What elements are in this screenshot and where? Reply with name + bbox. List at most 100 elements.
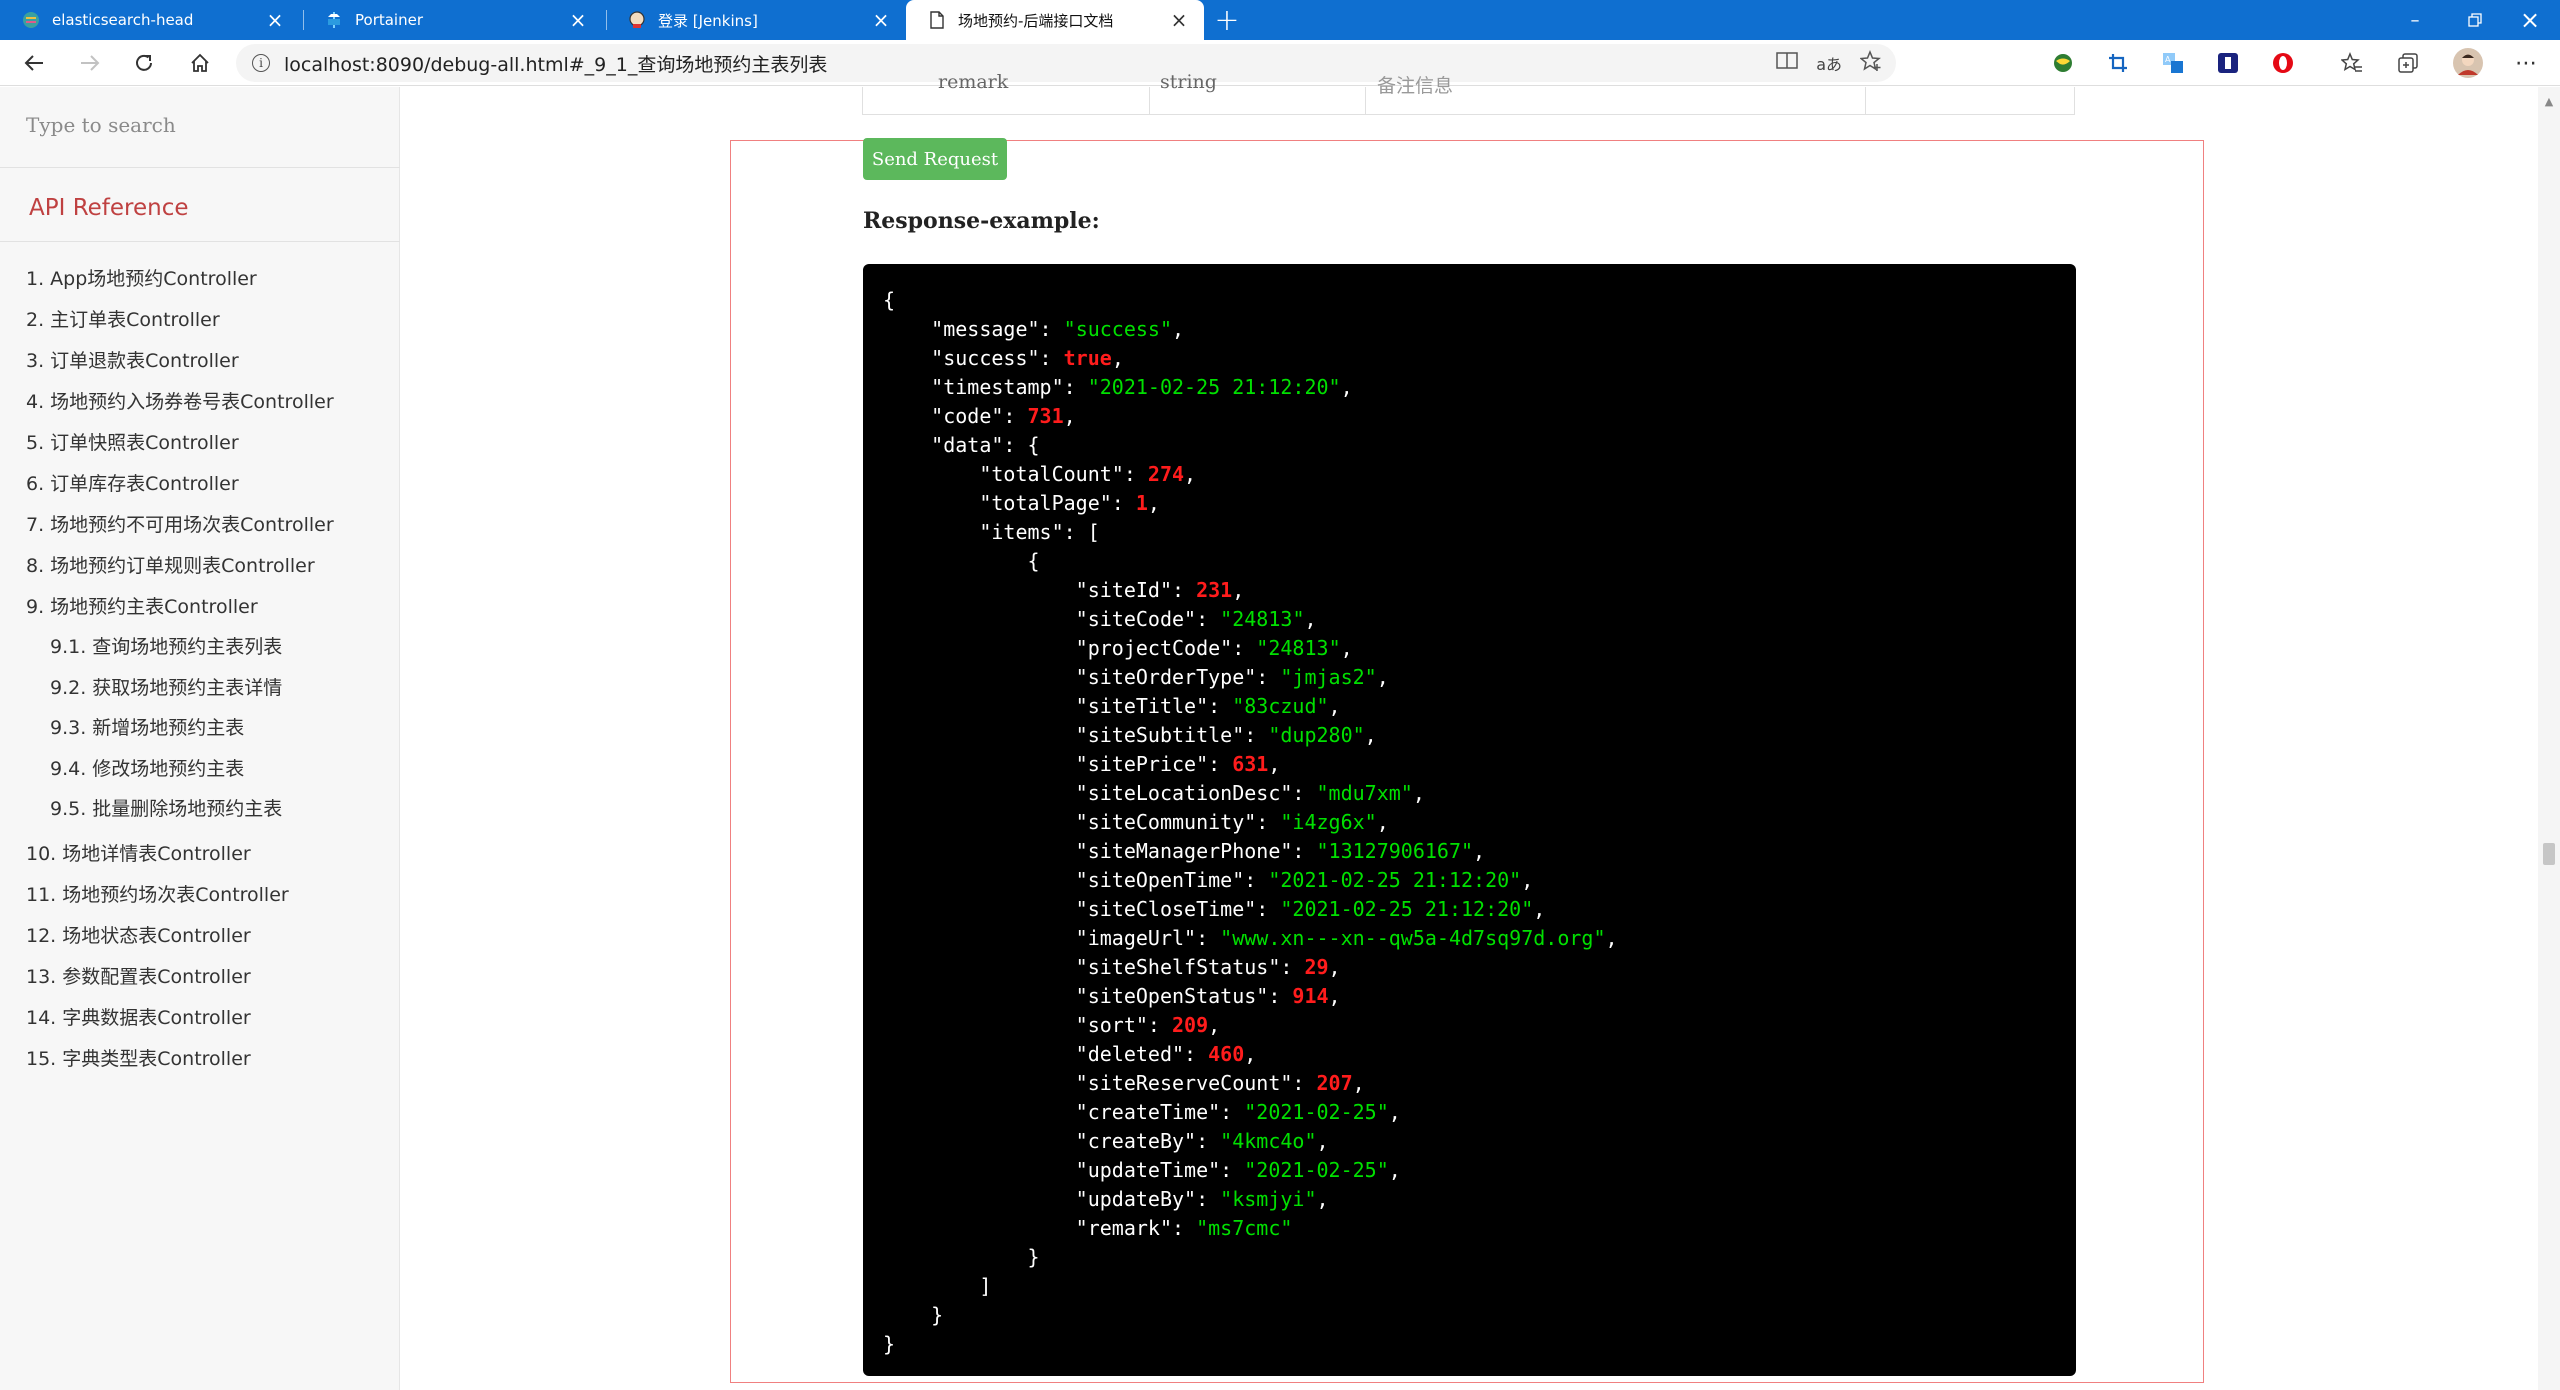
json-value: i4zg6x [1292, 810, 1365, 834]
sidebar-item[interactable]: 14. 字典数据表Controller [26, 1003, 251, 1030]
sidebar-item[interactable]: 9.4. 修改场地预约主表 [50, 754, 244, 781]
collections-icon[interactable] [2397, 52, 2419, 74]
translate-extension-icon[interactable]: A [2162, 52, 2184, 74]
url-field[interactable]: i localhost:8090/debug-all.html#_9_1_查询场… [236, 44, 1896, 82]
tab-title: 登录 [Jenkins] [658, 11, 758, 30]
page-scrollbar[interactable]: ▲ [2538, 87, 2560, 1390]
tab-api-doc[interactable]: 场地预约-后端接口文档 × [906, 0, 1204, 40]
portainer-icon [325, 11, 343, 29]
json-value: 13127906167 [1328, 839, 1461, 863]
close-icon[interactable]: × [1164, 8, 1194, 32]
minimize-button[interactable]: – [2385, 0, 2445, 40]
table-row: remark string 备注信息 [862, 71, 2075, 115]
favorite-add-icon[interactable] [1859, 49, 1882, 77]
crop-extension-icon[interactable] [2107, 52, 2129, 74]
table-cell-divider [1149, 87, 1150, 115]
new-tab-button[interactable]: + [1212, 0, 1242, 40]
url-text: localhost:8090/debug-all.html#_9_1_查询场地预… [284, 53, 828, 76]
json-value: www.xn---xn--qw5a-4d7sq97d.org [1232, 926, 1594, 950]
json-value: 24813 [1268, 636, 1329, 660]
divider [0, 241, 400, 242]
reload-button[interactable] [126, 46, 162, 80]
table-cell-desc: 备注信息 [1377, 75, 1454, 97]
svg-text:A: A [2165, 55, 2171, 64]
document-icon [928, 11, 946, 29]
sidebar: Type to search API Reference 1. App场地预约C… [0, 87, 400, 1390]
sidebar-item[interactable]: 3. 订单退款表Controller [26, 346, 239, 373]
sidebar-item[interactable]: 9. 场地预约主表Controller [26, 592, 258, 619]
json-value: 2021-02-25 21:12:20 [1099, 375, 1329, 399]
send-request-button[interactable]: Send Request [863, 138, 1007, 180]
scroll-thumb[interactable] [2543, 843, 2555, 865]
scroll-up-icon[interactable]: ▲ [2543, 95, 2555, 108]
sidebar-item[interactable]: 15. 字典类型表Controller [26, 1044, 251, 1071]
avatar[interactable] [2453, 48, 2483, 78]
json-value: 274 [1147, 462, 1185, 486]
sidebar-item[interactable]: 6. 订单库存表Controller [26, 469, 239, 496]
json-value: 4kmc4o [1232, 1129, 1305, 1153]
restore-button[interactable] [2445, 0, 2505, 40]
browser-tab-bar: elasticsearch-head × Portainer × 登录 [Jen… [0, 0, 2560, 40]
sidebar-item[interactable]: 2. 主订单表Controller [26, 305, 220, 332]
arrow-right-icon [81, 55, 100, 71]
json-value: 2021-02-25 [1256, 1158, 1377, 1182]
sidebar-item[interactable]: 8. 场地预约订单规则表Controller [26, 551, 315, 578]
address-bar: i localhost:8090/debug-all.html#_9_1_查询场… [0, 40, 2560, 86]
table-cell-param: remark [938, 71, 1009, 93]
close-window-button[interactable]: × [2500, 0, 2560, 40]
tab-title: 场地预约-后端接口文档 [958, 11, 1114, 30]
json-value: 2021-02-25 [1256, 1100, 1377, 1124]
elasticsearch-icon [22, 11, 40, 29]
sidebar-item[interactable]: 1. App场地预约Controller [26, 264, 257, 291]
json-value: 631 [1232, 752, 1269, 776]
tab-elasticsearch-head[interactable]: elasticsearch-head × [0, 0, 300, 40]
json-value: dup280 [1280, 723, 1353, 747]
tab-jenkins[interactable]: 登录 [Jenkins] × [606, 0, 906, 40]
sidebar-item[interactable]: 7. 场地预约不可用场次表Controller [26, 510, 334, 537]
restore-icon [2468, 13, 2482, 27]
sidebar-item[interactable]: 13. 参数配置表Controller [26, 962, 251, 989]
sidebar-item[interactable]: 5. 订单快照表Controller [26, 428, 239, 455]
forward-button[interactable] [72, 46, 108, 80]
json-value: ms7cmc [1208, 1216, 1281, 1240]
opera-extension-icon[interactable] [2272, 52, 2294, 74]
url-actions: aあ [1776, 44, 1882, 82]
globe-extension-icon[interactable] [2052, 52, 2074, 74]
reader-mode-icon[interactable] [1776, 51, 1798, 76]
json-value: success [1075, 317, 1160, 341]
json-value: ksmjyi [1232, 1187, 1305, 1211]
sidebar-item[interactable]: 10. 场地详情表Controller [26, 839, 251, 866]
sidebar-item[interactable]: 12. 场地状态表Controller [26, 921, 251, 948]
divider [0, 167, 400, 168]
json-value: 460 [1208, 1042, 1245, 1066]
info-icon[interactable]: i [252, 54, 270, 72]
tab-title: Portainer [355, 11, 423, 29]
favorites-icon[interactable] [2341, 52, 2363, 74]
home-button[interactable] [182, 46, 218, 80]
search-input[interactable]: Type to search [26, 113, 366, 137]
notes-extension-icon[interactable] [2217, 52, 2239, 74]
sidebar-item[interactable]: 11. 场地预约场次表Controller [26, 880, 289, 907]
response-json: { "message": "success", "success": true,… [883, 288, 1618, 1356]
back-button[interactable] [16, 46, 52, 80]
json-value: 231 [1196, 578, 1233, 602]
json-value: 29 [1304, 955, 1329, 979]
json-value: 24813 [1232, 607, 1293, 631]
sidebar-item[interactable]: 4. 场地预约入场券卷号表Controller [26, 387, 334, 414]
sidebar-item[interactable]: 9.2. 获取场地预约主表详情 [50, 673, 282, 700]
read-aloud-icon[interactable]: aあ [1816, 51, 1842, 75]
sidebar-item[interactable]: 9.5. 批量删除场地预约主表 [50, 794, 282, 821]
sidebar-item[interactable]: 9.3. 新增场地预约主表 [50, 713, 244, 740]
sidebar-item[interactable]: 9.1. 查询场地预约主表列表 [50, 632, 282, 659]
json-value: 731 [1027, 404, 1064, 428]
close-icon[interactable]: × [866, 8, 896, 32]
more-menu-icon[interactable]: ⋯ [2515, 51, 2537, 76]
close-icon[interactable]: × [563, 8, 593, 32]
tab-title: elasticsearch-head [52, 11, 194, 29]
json-value: 1 [1135, 491, 1148, 515]
response-example-label: Response-example: [863, 208, 1100, 234]
tab-portainer[interactable]: Portainer × [303, 0, 603, 40]
sidebar-section-title[interactable]: API Reference [29, 195, 189, 221]
jenkins-icon [628, 11, 646, 29]
close-icon[interactable]: × [260, 8, 290, 32]
